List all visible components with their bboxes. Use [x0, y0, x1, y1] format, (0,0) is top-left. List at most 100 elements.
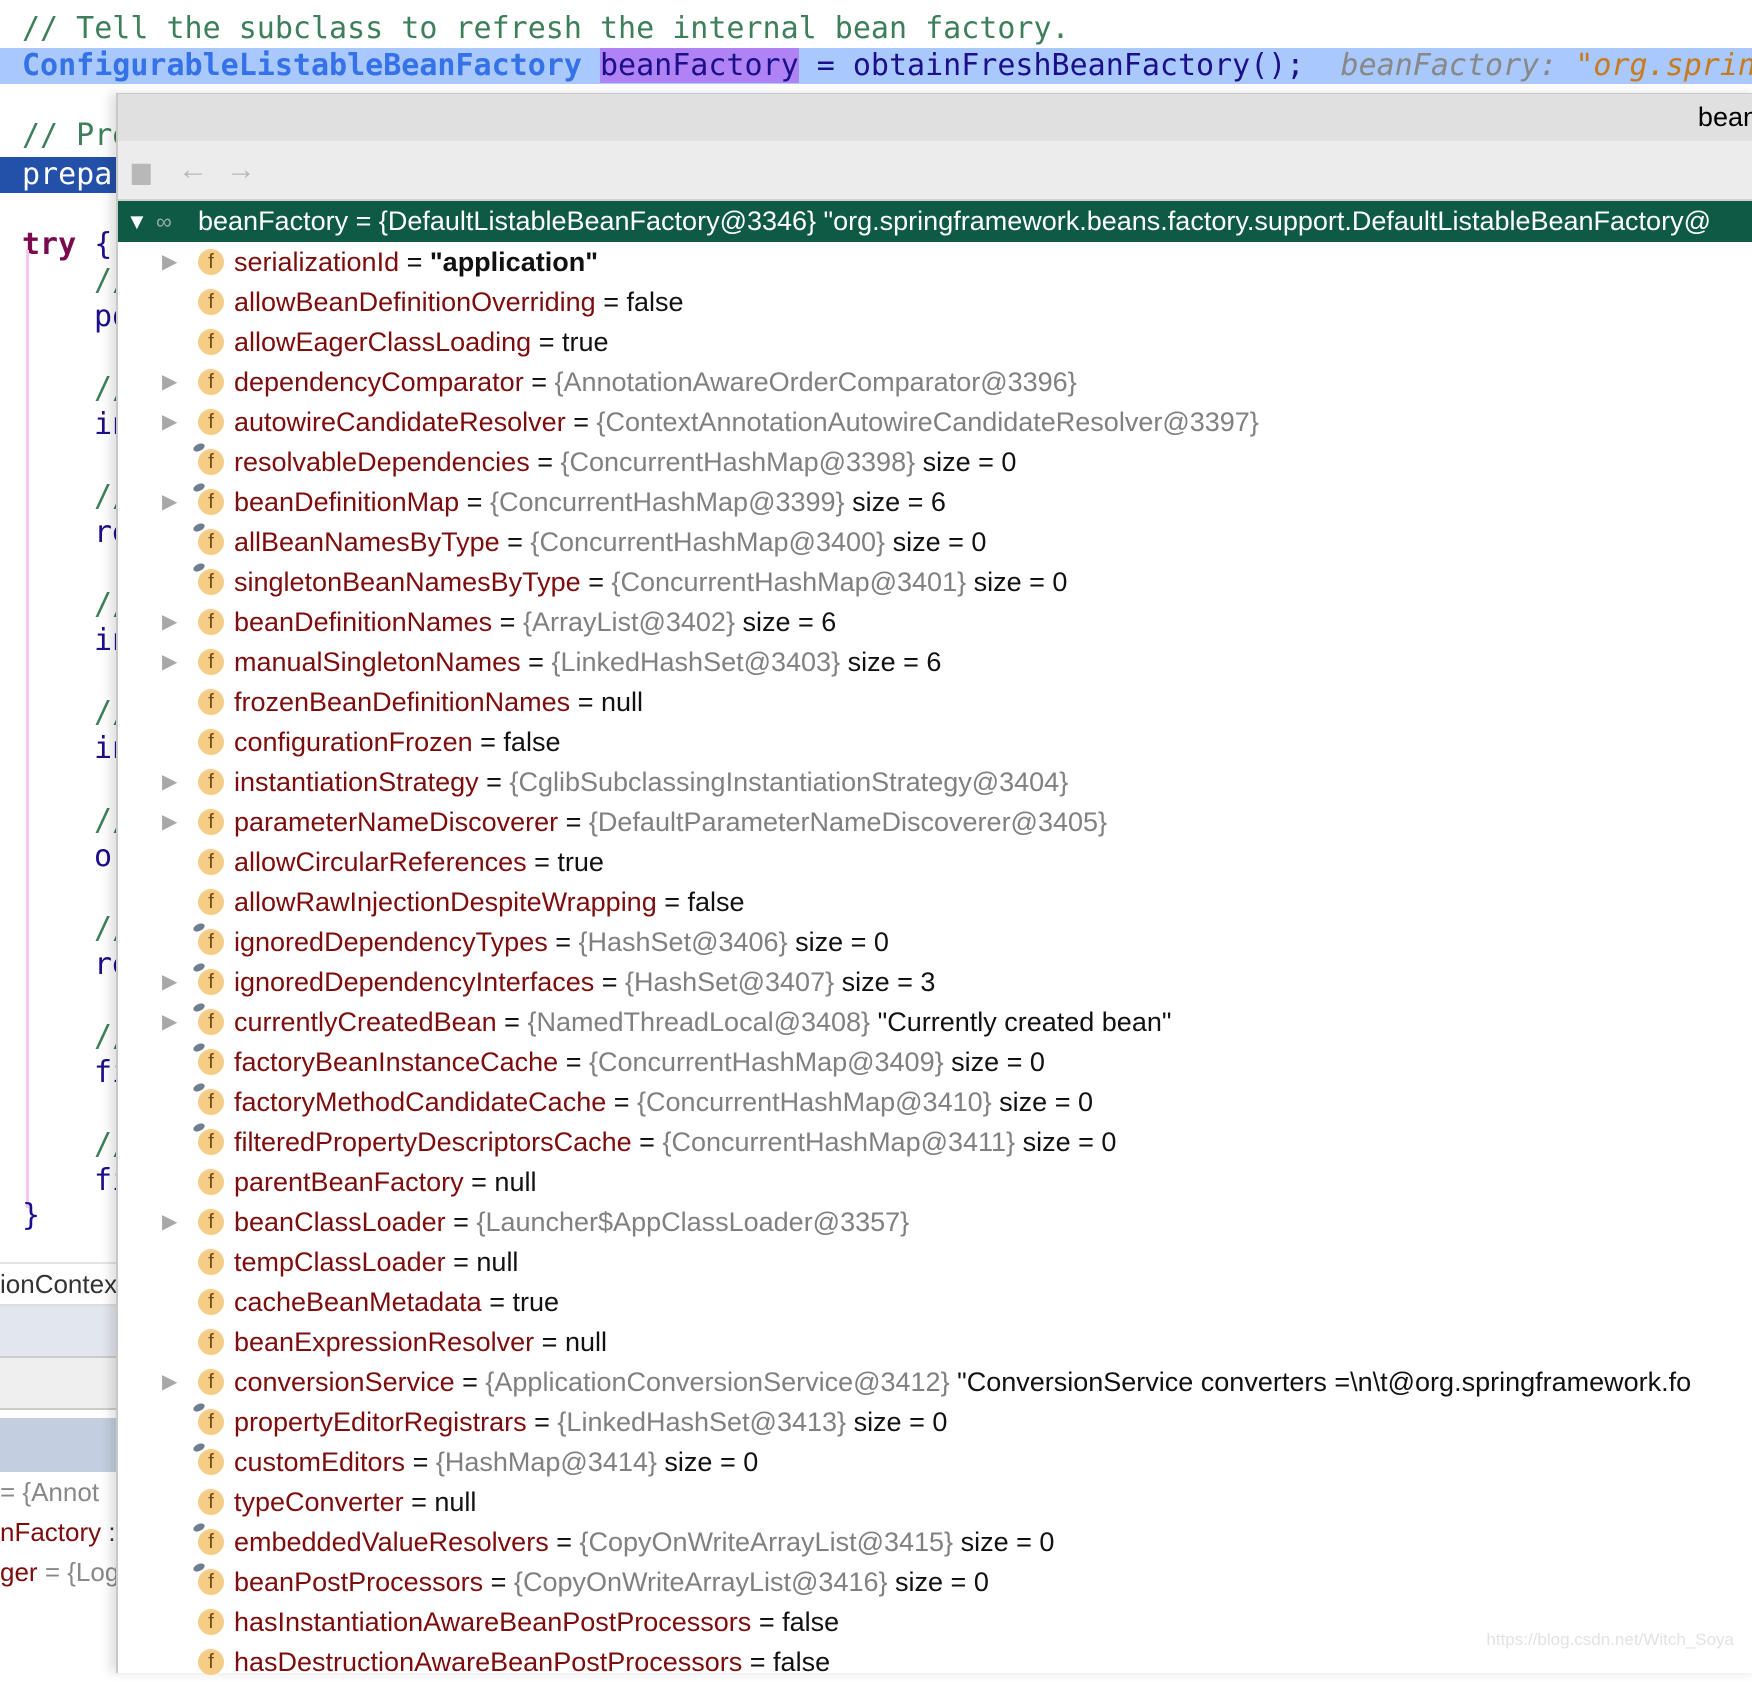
field-name: dependencyComparator [234, 367, 524, 397]
field-icon: f [198, 409, 224, 435]
expand-arrow-icon[interactable]: ▶ [162, 602, 177, 642]
modifier-marker-icon [192, 1081, 206, 1094]
field-value: size = 6 [742, 607, 837, 637]
tree-root-row[interactable]: ▼ ∞ beanFactory = {DefaultListableBeanFa… [118, 201, 1752, 242]
frame-item-selected[interactable] [0, 1410, 118, 1472]
field-icon: f [198, 609, 224, 635]
field-value: size = 0 [951, 1047, 1045, 1077]
frame-item[interactable]: ionContex [0, 1262, 118, 1306]
field-type: {CglibSubclassingInstantiationStrategy@3… [509, 767, 1069, 797]
field-name: manualSingletonNames [234, 647, 521, 677]
field-text: beanClassLoader = {Launcher$AppClassLoad… [234, 1207, 910, 1237]
popup-title-bar[interactable]: bean [118, 93, 1752, 141]
field-text: ignoredDependencyInterfaces = {HashSet@3… [234, 967, 936, 997]
frame-item[interactable] [0, 1306, 118, 1358]
expand-arrow-icon[interactable]: ▶ [162, 402, 177, 442]
field-name: allowEagerClassLoading [234, 327, 532, 357]
field-type: {HashSet@3407} [625, 967, 835, 997]
collapse-arrow-icon[interactable]: ▼ [126, 201, 148, 242]
field-text: resolvableDependencies = {ConcurrentHash… [234, 447, 1017, 477]
expand-arrow-icon[interactable]: ▶ [162, 1002, 177, 1042]
field-icon: f [198, 769, 224, 795]
field-name: singletonBeanNamesByType [234, 567, 581, 597]
field-name: hasInstantiationAwareBeanPostProcessors [234, 1607, 752, 1637]
brace-open: { [94, 227, 113, 262]
field-icon: f [198, 1609, 224, 1635]
modifier-marker-icon [192, 1001, 206, 1014]
field-icon: f [198, 1209, 224, 1235]
field-icon: f [198, 1249, 224, 1275]
field-type: {ArrayList@3402} [522, 607, 735, 637]
field-name: beanClassLoader [234, 1207, 446, 1237]
field-name: autowireCandidateResolver [234, 407, 566, 437]
field-type: {ConcurrentHashMap@3411} [662, 1127, 1016, 1157]
field-text: allBeanNamesByType = {ConcurrentHashMap@… [234, 527, 987, 557]
try-keyword: try [22, 227, 77, 262]
expand-arrow-icon[interactable]: ▶ [162, 1202, 177, 1242]
field-icon: f [192, 441, 224, 475]
field-type: {ConcurrentHashMap@3410} [637, 1087, 992, 1117]
expand-arrow-icon[interactable]: ▶ [162, 802, 177, 842]
field-icon: f [192, 1401, 224, 1435]
inline-debug-value: "org.spring [1575, 48, 1752, 83]
field-value: size = 0 [960, 1527, 1055, 1557]
popup-toolbar: ▆ ← → [118, 141, 1752, 201]
field-name: frozenBeanDefinitionNames [234, 687, 571, 717]
variable-name: nFactory [0, 1517, 102, 1547]
expand-arrow-icon[interactable]: ▶ [162, 482, 177, 522]
frame-item[interactable] [0, 1358, 118, 1410]
field-icon: f [192, 481, 224, 515]
field-value: null [600, 687, 643, 717]
field-type: {CopyOnWriteArrayList@3415} [579, 1527, 954, 1557]
field-icon: f [192, 1121, 224, 1155]
field-text: ignoredDependencyTypes = {HashSet@3406} … [234, 927, 889, 957]
modifier-marker-icon [192, 1121, 206, 1134]
expand-arrow-icon[interactable]: ▶ [162, 362, 177, 402]
field-text: allowCircularReferences = true [234, 847, 604, 877]
expand-arrow-icon[interactable]: ▶ [162, 1362, 177, 1402]
field-icon: f [192, 1001, 224, 1035]
field-value: size = 0 [973, 567, 1068, 597]
back-arrow-icon[interactable]: ← [178, 153, 208, 187]
field-name: cacheBeanMetadata [234, 1287, 482, 1317]
field-value: size = 0 [795, 927, 889, 957]
forward-arrow-icon[interactable]: → [226, 153, 256, 187]
field-name: factoryMethodCandidateCache [234, 1087, 607, 1117]
expand-arrow-icon[interactable]: ▶ [162, 242, 177, 282]
field-name: allowCircularReferences [234, 847, 527, 877]
field-text: parameterNameDiscoverer = {DefaultParame… [234, 807, 1108, 837]
field-type: {LinkedHashSet@3413} [557, 1407, 847, 1437]
root-name: beanFactory [198, 206, 349, 236]
inline-debug-label: beanFactory: [1340, 48, 1576, 83]
field-icon: f [198, 1489, 224, 1515]
field-value: null [434, 1487, 477, 1517]
field-type: {NamedThreadLocal@3408} [527, 1007, 871, 1037]
field-icon: f [198, 369, 224, 395]
field-icon: f [198, 1289, 224, 1315]
root-variable: beanFactory = {DefaultListableBeanFactor… [198, 201, 1711, 242]
variable-beanfactory[interactable]: beanFactory [599, 48, 799, 83]
field-value: "application" [429, 247, 598, 277]
variable-value: : [108, 1517, 116, 1547]
expand-arrow-icon[interactable]: ▶ [162, 762, 177, 802]
variable-row[interactable]: nFactory : [0, 1512, 118, 1552]
field-icon: f [192, 1521, 224, 1555]
field-value: "Currently created bean" [877, 1007, 1172, 1037]
code-line-current: ConfigurableListableBeanFactory beanFact… [22, 48, 1752, 84]
field-icon: f [198, 1169, 224, 1195]
modifier-marker-icon [192, 481, 206, 494]
field-type: {HashSet@3406} [578, 927, 788, 957]
variable-row[interactable]: ger = {Log [0, 1552, 118, 1592]
field-name: allBeanNamesByType [234, 527, 500, 557]
field-value: false [782, 1607, 840, 1637]
variable-value: = {Annot [0, 1477, 100, 1507]
field-icon: f [198, 289, 224, 315]
field-text: beanExpressionResolver = null [234, 1327, 607, 1357]
field-name: tempClassLoader [234, 1247, 446, 1277]
expand-arrow-icon[interactable]: ▶ [162, 962, 177, 1002]
field-text: tempClassLoader = null [234, 1247, 519, 1277]
expand-arrow-icon[interactable]: ▶ [162, 642, 177, 682]
variable-row[interactable]: = {Annot [0, 1472, 118, 1512]
field-name: allowRawInjectionDespiteWrapping [234, 887, 657, 917]
folder-icon[interactable]: ▆ [132, 157, 150, 186]
